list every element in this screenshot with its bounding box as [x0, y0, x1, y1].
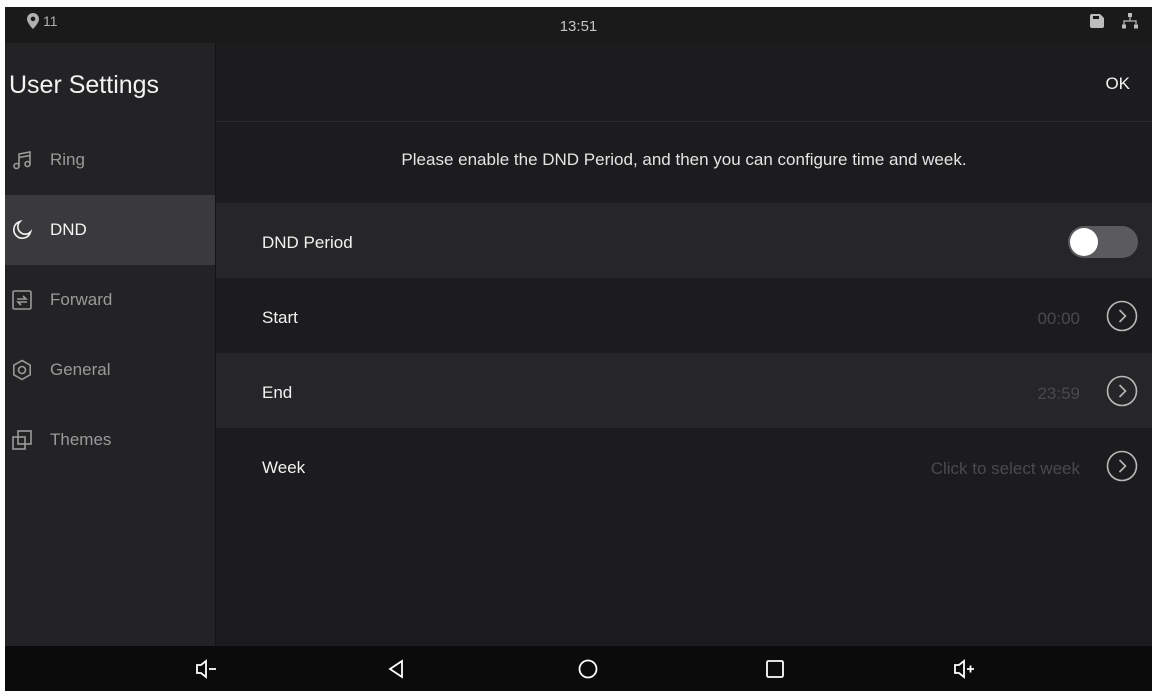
start-row[interactable]: Start 00:00 — [216, 278, 1152, 353]
sidebar-item-label: General — [50, 360, 111, 379]
chevron-right-icon[interactable] — [1106, 300, 1138, 332]
row-label: Start — [262, 308, 298, 327]
home-icon[interactable] — [576, 657, 600, 681]
chevron-right-icon[interactable] — [1106, 450, 1138, 482]
settings-sidebar: User Settings Ring DND Forward General T… — [5, 43, 216, 646]
page-title: User Settings — [9, 71, 160, 99]
row-label: End — [262, 383, 293, 402]
system-nav-bar — [5, 646, 1152, 691]
sd-card-icon — [1090, 14, 1104, 28]
sidebar-item-ring[interactable]: Ring — [5, 125, 215, 195]
music-note-icon — [13, 151, 31, 170]
recents-icon[interactable] — [763, 657, 787, 681]
dnd-period-row[interactable]: DND Period — [216, 203, 1152, 278]
week-row[interactable]: Week Click to select week — [216, 428, 1152, 503]
sidebar-item-general[interactable]: General — [5, 335, 215, 405]
sidebar-item-forward[interactable]: Forward — [5, 265, 215, 335]
device-screen: 11 13:51 User Settings Ring DND Forward … — [5, 7, 1152, 691]
toggle-knob — [1070, 228, 1098, 256]
sidebar-item-label: Themes — [50, 430, 112, 449]
ok-button[interactable]: OK — [1105, 74, 1130, 94]
dnd-period-toggle[interactable] — [1068, 226, 1138, 258]
end-value: 23:59 — [1037, 384, 1080, 403]
moon-icon — [13, 219, 33, 239]
volume-up-icon[interactable] — [952, 657, 976, 681]
dnd-settings-panel: OK Please enable the DND Period, and the… — [216, 43, 1152, 646]
row-label: Week — [262, 458, 306, 477]
themes-icon — [12, 430, 32, 450]
forward-icon — [12, 290, 32, 310]
gear-icon — [12, 359, 32, 381]
sidebar-item-label: Ring — [50, 150, 85, 169]
sidebar-item-label: DND — [50, 220, 87, 239]
row-label: DND Period — [262, 233, 353, 252]
chevron-right-icon[interactable] — [1106, 375, 1138, 407]
status-time: 13:51 — [559, 18, 598, 35]
week-value: Click to select week — [930, 459, 1080, 478]
sidebar-item-label: Forward — [50, 290, 113, 309]
back-icon[interactable] — [384, 657, 408, 681]
volume-down-icon[interactable] — [194, 657, 218, 681]
status-bar: 11 13:51 — [5, 7, 1152, 43]
network-icon — [1122, 13, 1138, 29]
end-row[interactable]: End 23:59 — [216, 353, 1152, 428]
dnd-notice: Please enable the DND Period, and then y… — [401, 150, 967, 169]
start-value: 00:00 — [1037, 309, 1080, 328]
sidebar-item-themes[interactable]: Themes — [5, 405, 215, 475]
header-divider — [216, 121, 1152, 122]
sidebar-item-dnd[interactable]: DND — [5, 195, 215, 265]
